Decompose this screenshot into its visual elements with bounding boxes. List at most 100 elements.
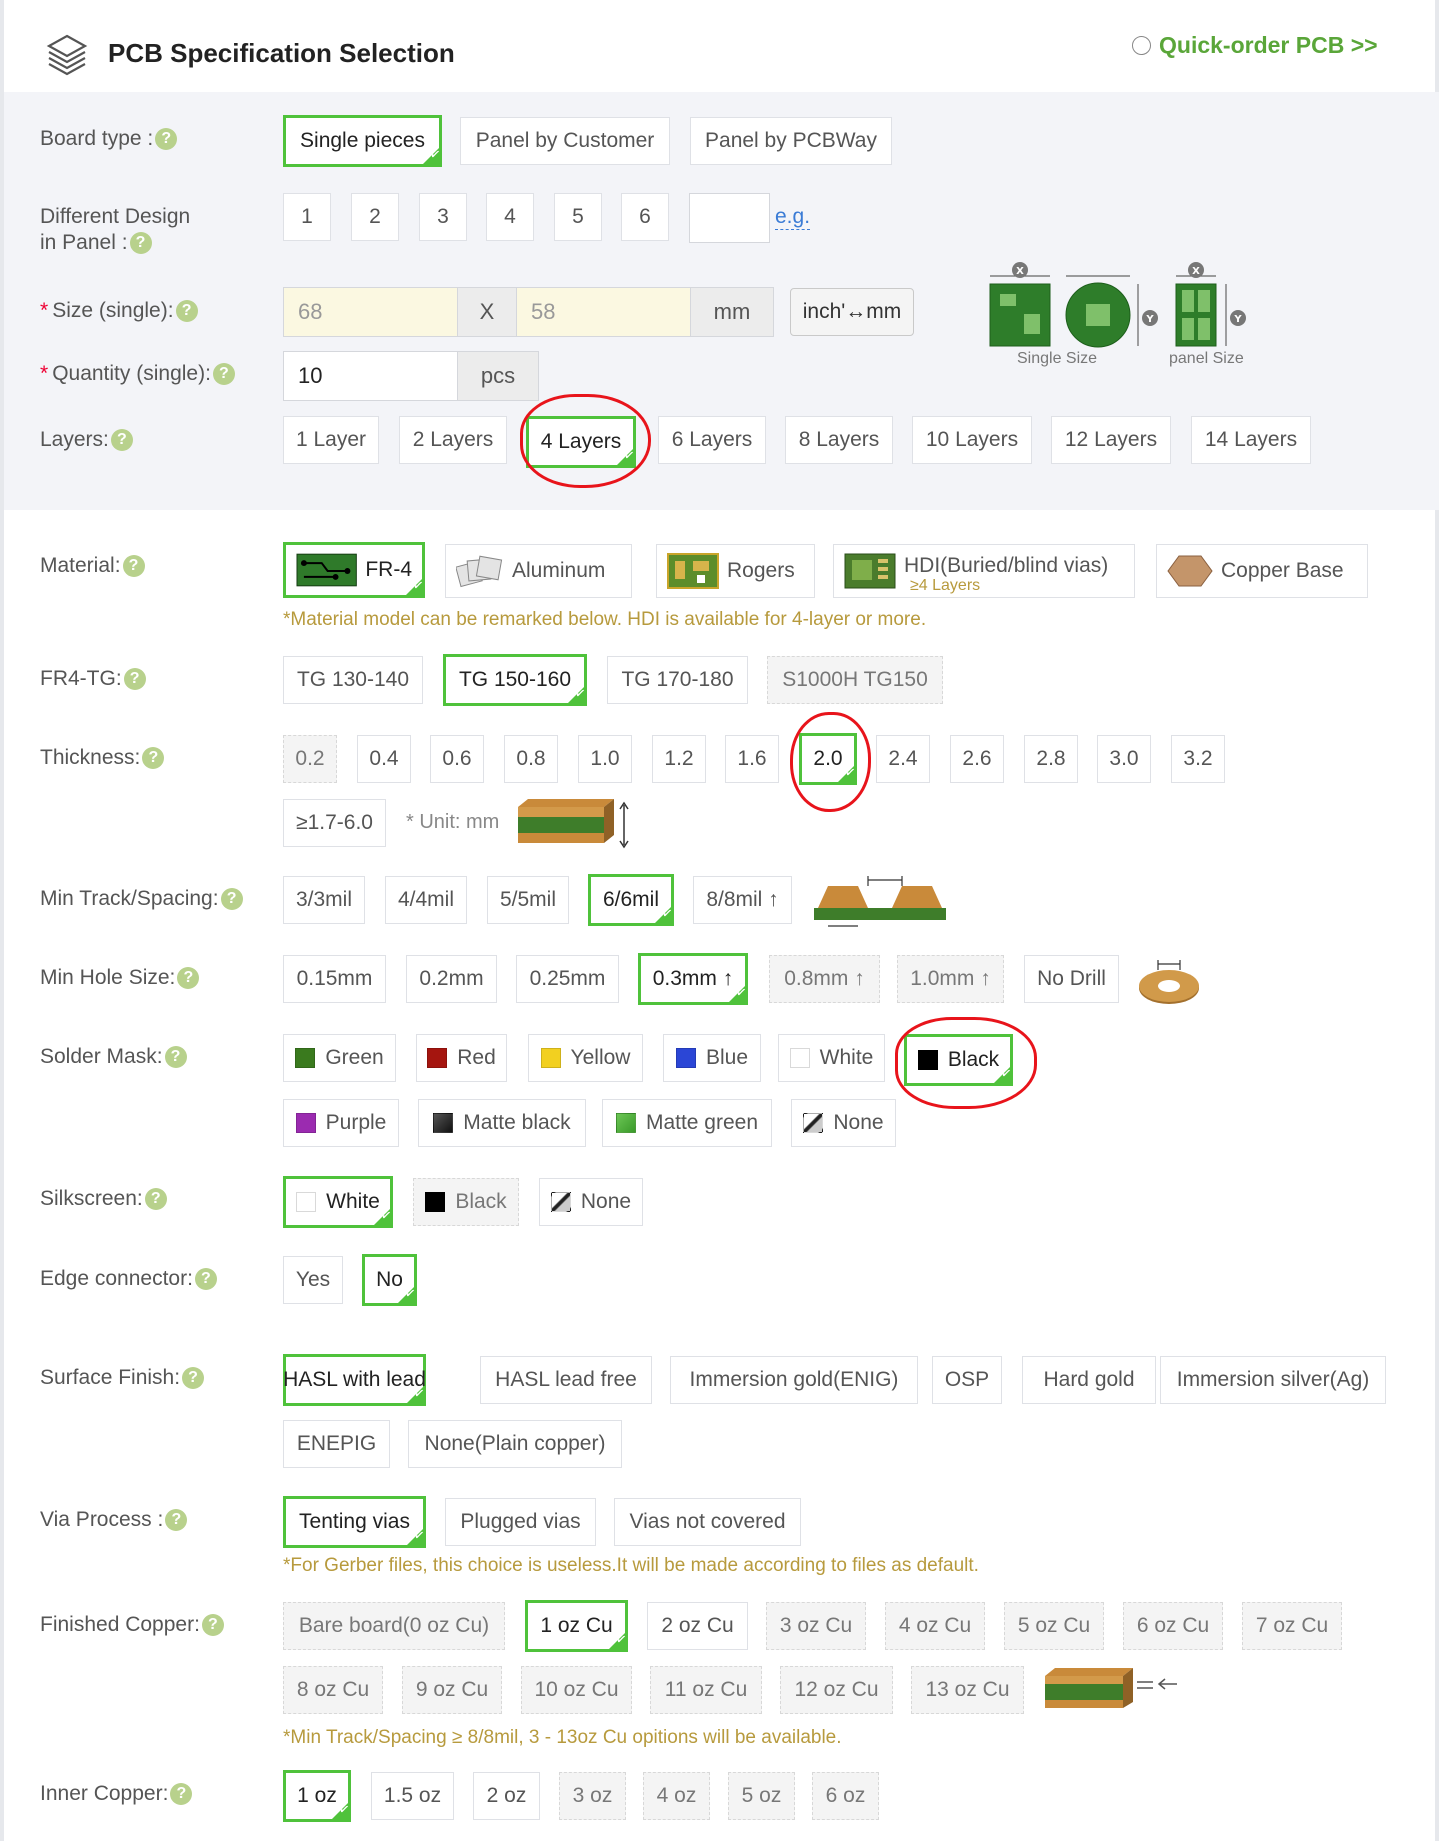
option-mask-red[interactable]: Red <box>416 1034 507 1082</box>
option-copper-12oz[interactable]: 12 oz Cu <box>780 1666 893 1714</box>
help-icon[interactable]: ? <box>201 1614 224 1637</box>
size-y-input[interactable]: 58 <box>516 287 691 337</box>
option-copper-10oz[interactable]: 10 oz Cu <box>521 1666 632 1714</box>
help-icon[interactable]: ? <box>155 128 178 151</box>
eg-link[interactable]: e.g. <box>775 205 811 230</box>
option-thickness-2.4[interactable]: 2.4 <box>876 735 930 783</box>
help-icon[interactable]: ? <box>164 1046 187 1069</box>
option-surface-enepig[interactable]: ENEPIG <box>283 1420 390 1468</box>
option-thickness-1.0[interactable]: 1.0 <box>578 735 632 783</box>
option-inner-3oz[interactable]: 3 oz <box>559 1772 626 1820</box>
option-hole-0.3[interactable]: 0.3mm ↑ <box>638 953 748 1005</box>
option-surface-hasl-lead[interactable]: HASL with lead <box>283 1354 426 1406</box>
quick-order-radio[interactable] <box>1132 36 1151 55</box>
option-layers-4[interactable]: 4 Layers <box>526 416 636 468</box>
option-thickness-2.0[interactable]: 2.0 <box>799 733 857 785</box>
help-icon[interactable]: ? <box>129 232 152 255</box>
option-track-5[interactable]: 5/5mil <box>487 876 569 924</box>
option-copper-5oz[interactable]: 5 oz Cu <box>1004 1602 1104 1650</box>
option-mask-yellow[interactable]: Yellow <box>528 1034 643 1082</box>
option-design-3[interactable]: 3 <box>419 193 467 241</box>
option-copper-2oz[interactable]: 2 oz Cu <box>647 1602 748 1650</box>
option-copper-11oz[interactable]: 11 oz Cu <box>650 1666 762 1714</box>
option-copper-7oz[interactable]: 7 oz Cu <box>1242 1602 1342 1650</box>
option-design-4[interactable]: 4 <box>486 193 534 241</box>
option-mask-purple[interactable]: Purple <box>283 1099 399 1147</box>
option-surface-hasl-free[interactable]: HASL lead free <box>480 1356 652 1404</box>
option-track-6[interactable]: 6/6mil <box>588 874 674 926</box>
option-copper-9oz[interactable]: 9 oz Cu <box>402 1666 502 1714</box>
option-inner-1.5oz[interactable]: 1.5 oz <box>371 1772 454 1820</box>
option-inner-1oz[interactable]: 1 oz <box>283 1770 351 1822</box>
option-surface-osp[interactable]: OSP <box>932 1356 1002 1404</box>
option-thickness-0.4[interactable]: 0.4 <box>357 735 411 783</box>
option-surface-hard-gold[interactable]: Hard gold <box>1022 1356 1156 1404</box>
option-thickness-2.8[interactable]: 2.8 <box>1024 735 1078 783</box>
option-inner-4oz[interactable]: 4 oz <box>643 1772 710 1820</box>
option-material-aluminum[interactable]: Aluminum <box>445 544 632 598</box>
option-design-6[interactable]: 6 <box>621 193 669 241</box>
help-icon[interactable]: ? <box>194 1268 217 1291</box>
option-thickness-2.6[interactable]: 2.6 <box>950 735 1004 783</box>
option-material-rogers[interactable]: Rogers <box>656 544 815 598</box>
option-mask-green[interactable]: Green <box>283 1034 396 1082</box>
option-layers-10[interactable]: 10 Layers <box>912 416 1032 464</box>
option-copper-8oz[interactable]: 8 oz Cu <box>283 1666 383 1714</box>
inch-mm-convert-button[interactable]: inch'↔mm <box>790 288 914 336</box>
option-board-type-single[interactable]: Single pieces <box>283 115 442 167</box>
option-mask-matte-green[interactable]: Matte green <box>602 1099 772 1147</box>
option-thickness-custom[interactable]: ≥1.7-6.0 <box>283 799 386 847</box>
option-tg-s1000h[interactable]: S1000H TG150 <box>767 656 943 704</box>
option-thickness-0.6[interactable]: 0.6 <box>430 735 484 783</box>
option-thickness-3.2[interactable]: 3.2 <box>1171 735 1225 783</box>
option-surface-enig[interactable]: Immersion gold(ENIG) <box>670 1356 918 1404</box>
help-icon[interactable]: ? <box>220 888 243 911</box>
option-via-plugged[interactable]: Plugged vias <box>445 1498 596 1546</box>
option-inner-5oz[interactable]: 5 oz <box>728 1772 795 1820</box>
option-design-1[interactable]: 1 <box>283 193 331 241</box>
option-edge-yes[interactable]: Yes <box>283 1256 343 1304</box>
option-surface-plain[interactable]: None(Plain copper) <box>408 1420 622 1468</box>
option-track-8[interactable]: 8/8mil ↑ <box>693 876 792 924</box>
option-layers-1[interactable]: 1 Layer <box>283 416 379 464</box>
option-board-type-panel-pcbway[interactable]: Panel by PCBWay <box>690 117 892 165</box>
option-silk-black[interactable]: Black <box>413 1178 519 1226</box>
quick-order-link[interactable]: Quick-order PCB >> <box>1132 32 1378 59</box>
option-via-not-covered[interactable]: Vias not covered <box>614 1498 801 1546</box>
option-layers-8[interactable]: 8 Layers <box>785 416 893 464</box>
help-icon[interactable]: ? <box>142 747 165 770</box>
option-board-type-panel-customer[interactable]: Panel by Customer <box>460 117 670 165</box>
option-mask-blue[interactable]: Blue <box>663 1034 761 1082</box>
option-copper-1oz[interactable]: 1 oz Cu <box>525 1600 628 1652</box>
option-thickness-1.6[interactable]: 1.6 <box>725 735 779 783</box>
option-mask-white[interactable]: White <box>778 1034 885 1082</box>
option-copper-6oz[interactable]: 6 oz Cu <box>1123 1602 1223 1650</box>
option-hole-0.15[interactable]: 0.15mm <box>283 955 386 1003</box>
help-icon[interactable]: ? <box>182 1367 205 1390</box>
option-layers-2[interactable]: 2 Layers <box>399 416 507 464</box>
option-copper-4oz[interactable]: 4 oz Cu <box>885 1602 985 1650</box>
option-inner-2oz[interactable]: 2 oz <box>473 1772 540 1820</box>
help-icon[interactable]: ? <box>123 668 146 691</box>
option-design-2[interactable]: 2 <box>351 193 399 241</box>
help-icon[interactable]: ? <box>177 967 200 990</box>
option-thickness-3.0[interactable]: 3.0 <box>1097 735 1151 783</box>
option-thickness-0.2[interactable]: 0.2 <box>283 735 337 783</box>
option-layers-14[interactable]: 14 Layers <box>1191 416 1311 464</box>
help-icon[interactable]: ? <box>110 429 133 452</box>
option-silk-none[interactable]: None <box>539 1178 643 1226</box>
option-mask-none[interactable]: None <box>791 1099 896 1147</box>
option-copper-13oz[interactable]: 13 oz Cu <box>911 1666 1024 1714</box>
option-mask-matte-black[interactable]: Matte black <box>418 1099 586 1147</box>
option-hole-0.25[interactable]: 0.25mm <box>516 955 619 1003</box>
option-track-4[interactable]: 4/4mil <box>385 876 467 924</box>
size-x-input[interactable]: 68 <box>283 287 458 337</box>
option-tg-170[interactable]: TG 170-180 <box>607 656 748 704</box>
option-tg-150[interactable]: TG 150-160 <box>443 654 587 706</box>
option-silk-white[interactable]: White <box>283 1176 393 1228</box>
help-icon[interactable]: ? <box>144 1188 167 1211</box>
quantity-input[interactable]: 10 <box>283 351 458 401</box>
option-layers-12[interactable]: 12 Layers <box>1051 416 1171 464</box>
option-thickness-0.8[interactable]: 0.8 <box>504 735 558 783</box>
option-hole-no-drill[interactable]: No Drill <box>1024 955 1119 1003</box>
